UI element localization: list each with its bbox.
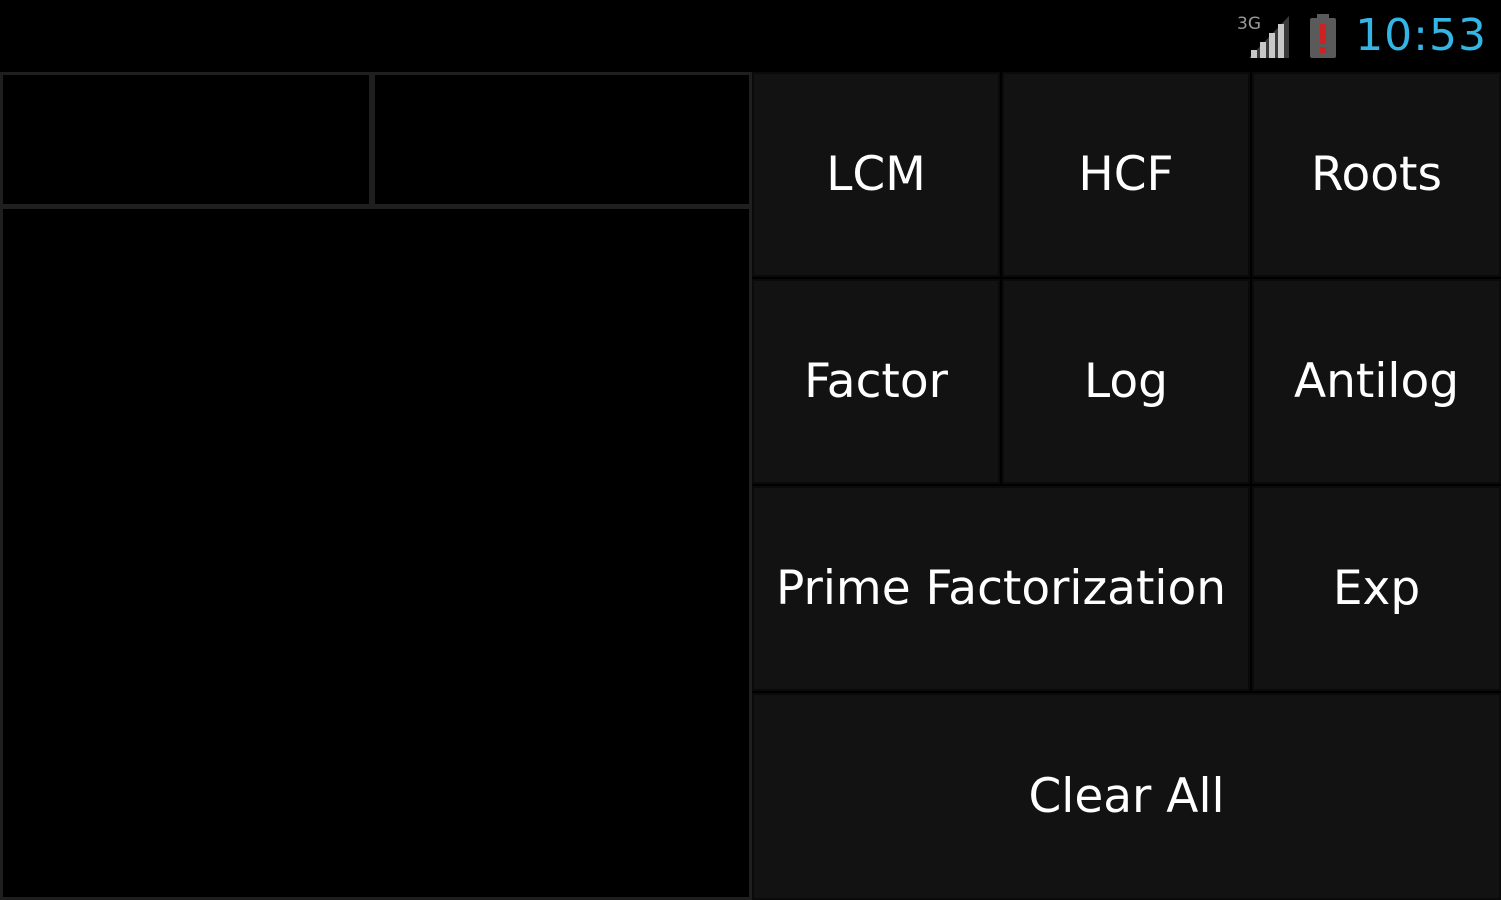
clock: 10:53 <box>1355 10 1487 61</box>
function-button-grid: LCM HCF Roots Factor Log Antilog Prime F… <box>752 72 1501 900</box>
status-bar: 3G 10:53 <box>0 0 1501 72</box>
lcm-button[interactable]: LCM <box>752 72 1000 277</box>
factor-button[interactable]: Factor <box>752 279 1000 484</box>
prime-factorization-button[interactable]: Prime Factorization <box>752 486 1250 691</box>
hcf-button[interactable]: HCF <box>1002 72 1250 277</box>
status-icons: 3G 10:53 <box>1235 8 1487 64</box>
result-area <box>3 209 749 897</box>
roots-button[interactable]: Roots <box>1252 72 1501 277</box>
display-panel <box>0 72 752 900</box>
second-number-field[interactable] <box>375 75 749 204</box>
exp-button[interactable]: Exp <box>1252 486 1501 691</box>
log-button[interactable]: Log <box>1002 279 1250 484</box>
battery-alert-icon <box>1307 12 1339 60</box>
clear-all-button[interactable]: Clear All <box>752 693 1501 900</box>
app-screen: 3G 10:53 LCM HCF Roots Factor Log Antilo… <box>0 0 1501 900</box>
input-row <box>3 75 749 209</box>
signal-icon: 3G <box>1235 12 1291 60</box>
network-type-label: 3G <box>1237 14 1261 34</box>
first-number-field[interactable] <box>3 75 375 204</box>
antilog-button[interactable]: Antilog <box>1252 279 1501 484</box>
